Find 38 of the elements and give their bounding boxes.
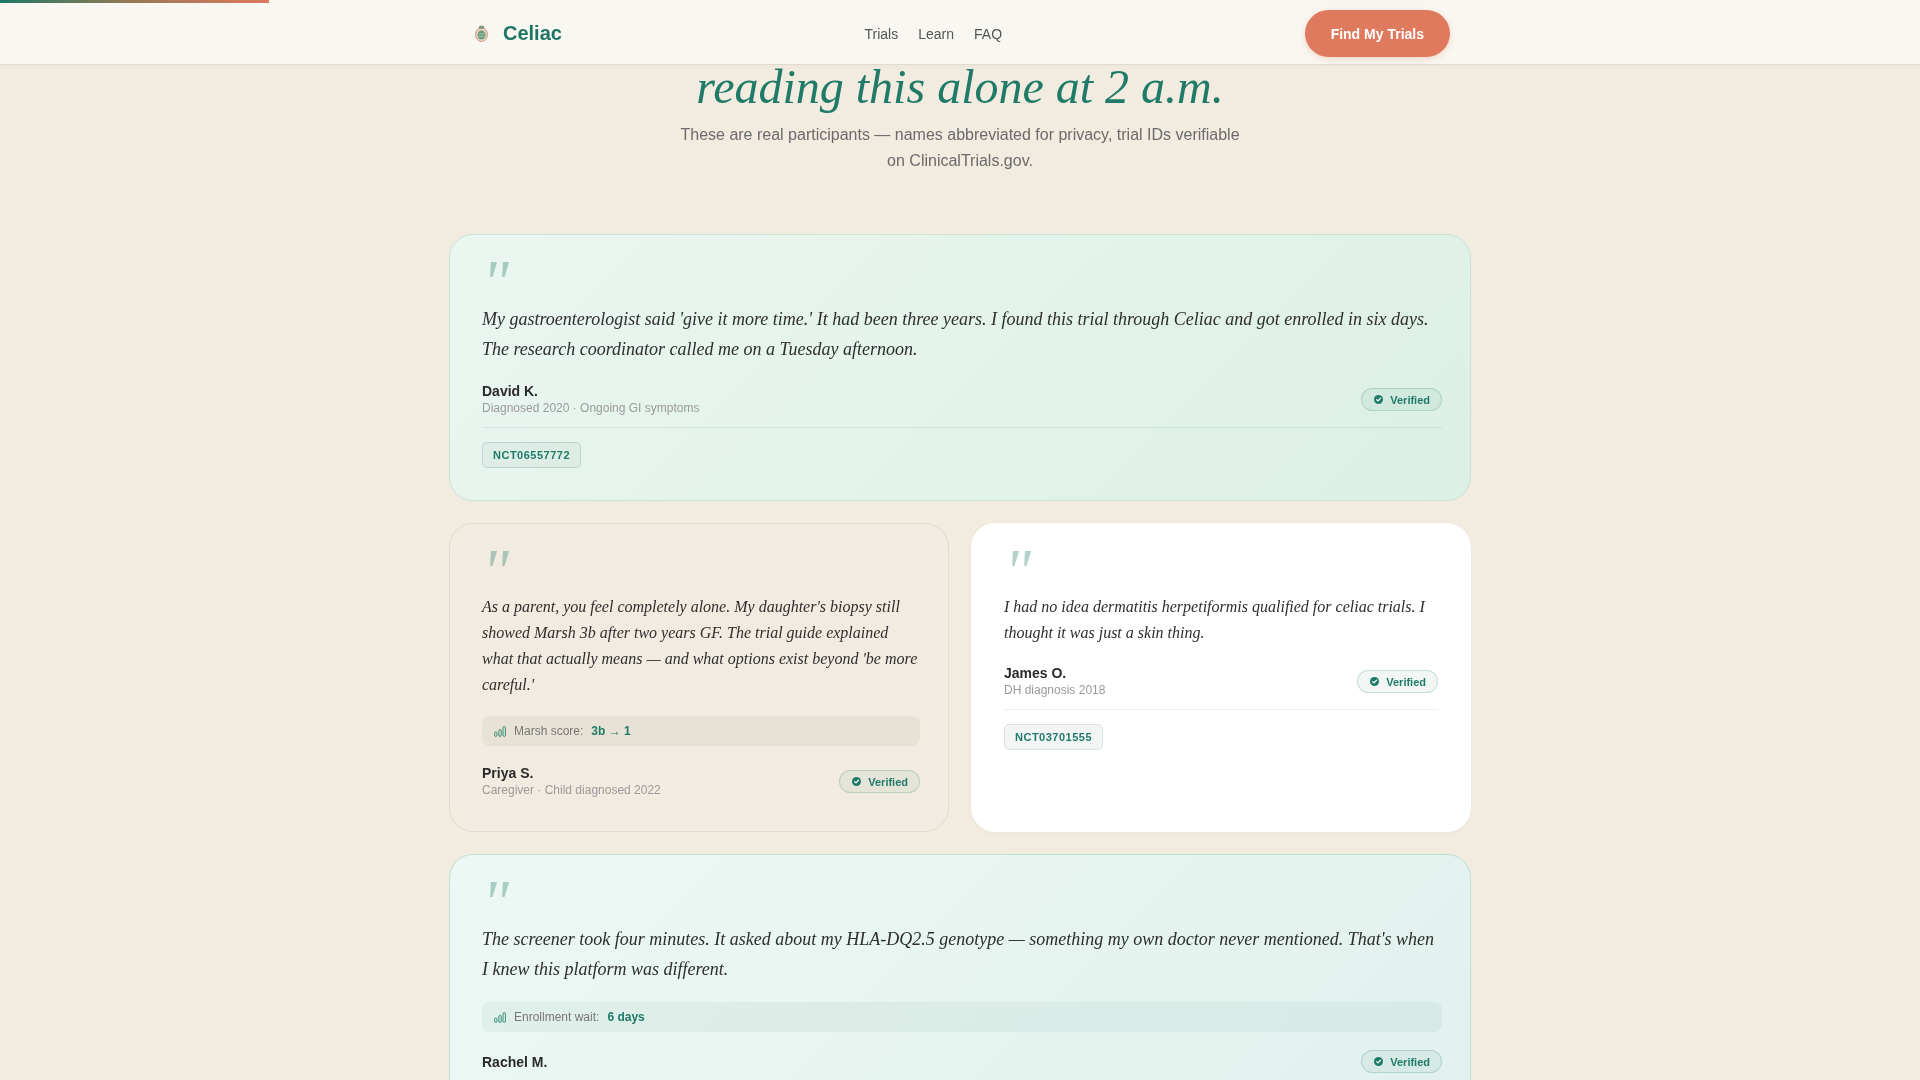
author-name: James O. [1004,664,1068,682]
trial-id-tag: NCT06557772 [482,442,582,468]
trial-id-tag: NCT03701555 [1004,724,1104,750]
hero-subtitle: These are real participants — names abbreviated for privacy, trial IDs verifiable on ClinicalTrials.gov. [679,125,1241,171]
logo-link[interactable]: Celiac [470,22,562,45]
check-circle-icon [852,777,862,786]
author-details: DH diagnosis 2018 [1004,682,1106,699]
quote-mark: " [482,881,510,903]
bar-chart-icon [494,1011,506,1023]
metric-label: Enrollment wait: [514,1010,600,1024]
hero-headline: reading this alone at 2 a.m. [695,59,1225,115]
metric-label: Marsh score: [514,724,584,738]
check-circle-icon [1370,677,1380,686]
metric-value: 3b → 1 [591,724,631,738]
author-name: David K. [482,382,539,400]
testimonial-quote: My gastroenterologist said 'give it more time.' It had been three years. I found this trial through Celiac and got enrolled in six days. The research coordinator called me on a Tuesday afternoon. [482,308,1430,361]
verified-label: Verified [868,775,908,788]
check-circle-icon [1374,395,1384,404]
quote-mark: " [1004,550,1031,572]
testimonial-quote: As a parent, you feel completely alone. My daughter's biopsy still showed Marsh 3b after two years GF. The trial guide explained what that actually means — and what options exist beyond 'be more careful.' [482,597,919,696]
nav-link[interactable]: Learn [918,25,955,42]
author-name: Priya S. [482,764,535,782]
quote-mark: " [482,550,509,572]
check-circle-icon [1374,1057,1384,1066]
nav-link[interactable]: FAQ [974,25,1003,42]
author-details: Diagnosed 2020 · Ongoing GI symptoms [482,400,700,417]
oval-emblem-icon [475,25,488,42]
author-details: Caregiver · Child diagnosed 2022 [482,782,661,799]
quote-mark: " [482,261,509,283]
verified-label: Verified [1390,393,1430,406]
bar-chart-icon [494,725,506,737]
nav-link[interactable]: Trials [864,25,899,42]
testimonial-quote: The screener took four minutes. It asked about my HLA-DQ2.5 genotype — something my own doctor never mentioned. That's when I knew this platform was different. [482,928,1436,981]
author-name: Rachel M. [482,1052,548,1071]
testimonial-quote: I had no idea dermatitis herpetiformis qualified for celiac trials. I thought it was just a skin thing. [1004,597,1427,644]
verified-label: Verified [1390,1055,1430,1068]
verified-label: Verified [1386,675,1426,688]
metric-value: 6 days [607,1010,645,1024]
